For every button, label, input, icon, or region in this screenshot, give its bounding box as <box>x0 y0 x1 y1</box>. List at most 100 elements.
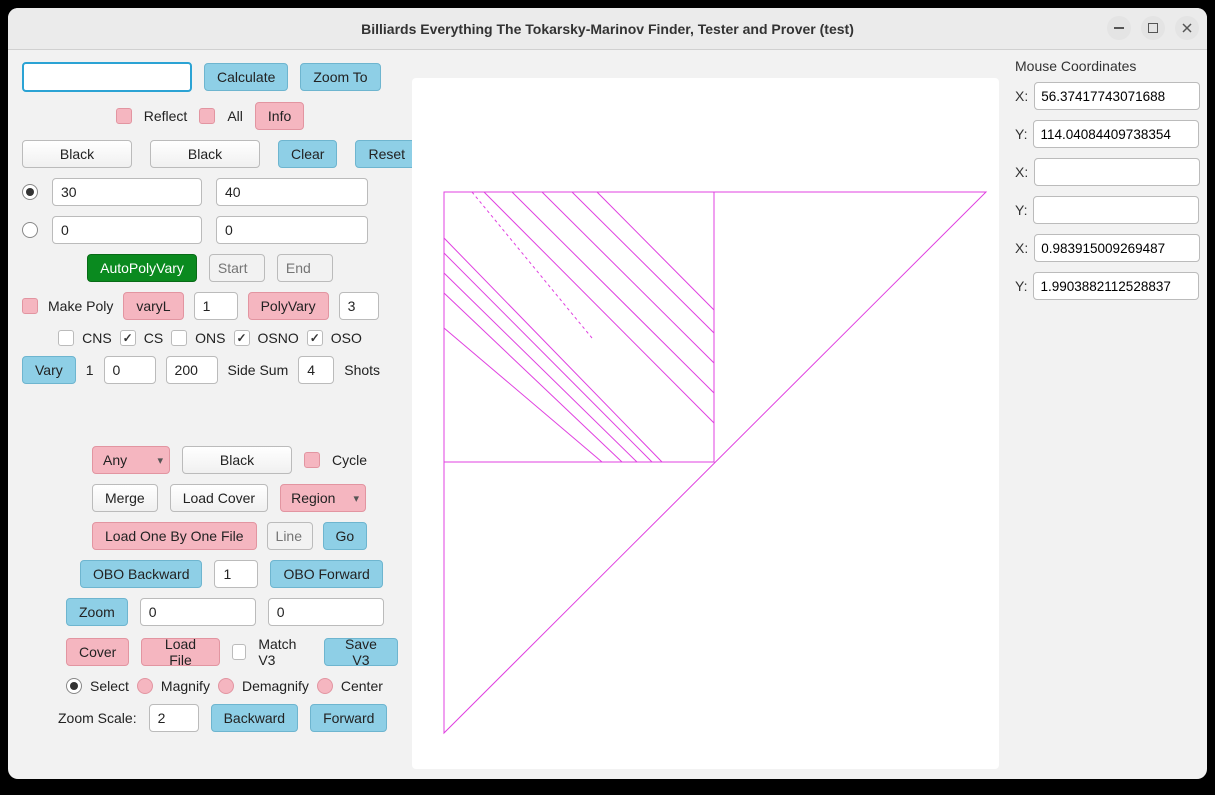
end-input[interactable] <box>277 254 333 282</box>
vary-val2-input[interactable] <box>166 356 218 384</box>
polyvary-button[interactable]: PolyVary <box>248 292 329 320</box>
save-v3-button[interactable]: Save V3 <box>324 638 398 666</box>
center-radio[interactable] <box>317 678 333 694</box>
varyl-input[interactable] <box>194 292 238 320</box>
reflect-checkbox[interactable] <box>116 108 132 124</box>
app-window: Billiards Everything The Tokarsky-Marino… <box>8 8 1207 779</box>
zoom-to-button[interactable]: Zoom To <box>300 63 380 91</box>
angle1a-input[interactable] <box>52 178 202 206</box>
forward-button[interactable]: Forward <box>310 704 387 732</box>
ons-label: ONS <box>195 330 225 346</box>
zoom-v2-input[interactable] <box>268 598 384 626</box>
shots-label: Shots <box>344 362 380 378</box>
side-val-input[interactable] <box>298 356 334 384</box>
osno-label: OSNO <box>258 330 299 346</box>
load-obo-file-button[interactable]: Load One By One File <box>92 522 257 550</box>
x3-input[interactable] <box>1034 234 1200 262</box>
reset-button[interactable]: Reset <box>355 140 418 168</box>
match-v3-label: Match V3 <box>258 636 312 668</box>
cycle-label: Cycle <box>332 452 367 468</box>
cover-button[interactable]: Cover <box>66 638 129 666</box>
y1-input[interactable] <box>1033 120 1199 148</box>
y2-label: Y: <box>1015 202 1027 218</box>
x3-label: X: <box>1015 240 1028 256</box>
zoom-scale-input[interactable] <box>149 704 199 732</box>
maximize-button[interactable] <box>1141 16 1165 40</box>
y2-input[interactable] <box>1033 196 1199 224</box>
backward-button[interactable]: Backward <box>211 704 298 732</box>
match-v3-checkbox[interactable] <box>232 644 247 660</box>
oso-label: OSO <box>331 330 362 346</box>
go-button[interactable]: Go <box>323 522 368 550</box>
reflect-label: Reflect <box>144 108 188 124</box>
coords-title: Mouse Coordinates <box>1015 58 1197 74</box>
load-cover-button[interactable]: Load Cover <box>170 484 268 512</box>
main-input[interactable] <box>22 62 192 92</box>
make-poly-checkbox[interactable] <box>22 298 38 314</box>
cns-label: CNS <box>82 330 112 346</box>
select-label: Select <box>90 678 129 694</box>
vary-button[interactable]: Vary <box>22 356 76 384</box>
polyvary-input[interactable] <box>339 292 379 320</box>
obo-val-input[interactable] <box>214 560 258 588</box>
x2-input[interactable] <box>1034 158 1200 186</box>
vary-num-label: 1 <box>86 362 94 378</box>
cs-checkbox[interactable] <box>120 330 136 346</box>
black3-button[interactable]: Black <box>182 446 292 474</box>
cycle-checkbox[interactable] <box>304 452 320 468</box>
x2-label: X: <box>1015 164 1028 180</box>
cns-checkbox[interactable] <box>58 330 74 346</box>
zoom-v1-input[interactable] <box>140 598 256 626</box>
zoom-scale-label: Zoom Scale: <box>58 710 137 726</box>
info-button[interactable]: Info <box>255 102 304 130</box>
obo-forward-button[interactable]: OBO Forward <box>270 560 382 588</box>
any-select[interactable]: Any <box>92 446 170 474</box>
center-label: Center <box>341 678 383 694</box>
y3-label: Y: <box>1015 278 1027 294</box>
oso-checkbox[interactable] <box>307 330 323 346</box>
load-file-button[interactable]: Load File <box>141 638 219 666</box>
calculate-button[interactable]: Calculate <box>204 63 288 91</box>
varyl-button[interactable]: varyL <box>123 292 183 320</box>
canvas-area[interactable] <box>412 78 999 769</box>
make-poly-label: Make Poly <box>48 298 113 314</box>
zoom-button[interactable]: Zoom <box>66 598 128 626</box>
minimize-button[interactable] <box>1107 16 1131 40</box>
x1-input[interactable] <box>1034 82 1200 110</box>
osno-checkbox[interactable] <box>234 330 250 346</box>
merge-button[interactable]: Merge <box>92 484 158 512</box>
start-input[interactable] <box>209 254 265 282</box>
magnify-radio[interactable] <box>137 678 153 694</box>
vary-val1-input[interactable] <box>104 356 156 384</box>
titlebar: Billiards Everything The Tokarsky-Marino… <box>8 8 1207 50</box>
select-radio[interactable] <box>66 678 82 694</box>
right-panel: Mouse Coordinates X: Y: X: Y: X: Y: <box>1005 50 1207 779</box>
line-input[interactable] <box>267 522 313 550</box>
magnify-label: Magnify <box>161 678 210 694</box>
angle2a-input[interactable] <box>52 216 202 244</box>
content: Calculate Zoom To Reflect All Info Black… <box>8 50 1207 779</box>
all-checkbox[interactable] <box>199 108 215 124</box>
obo-backward-button[interactable]: OBO Backward <box>80 560 202 588</box>
plot-svg <box>412 78 1002 768</box>
autopolyvary-button[interactable]: AutoPolyVary <box>87 254 197 282</box>
demagnify-radio[interactable] <box>218 678 234 694</box>
angle-radio-1[interactable] <box>22 184 38 200</box>
side-sum-label: Side Sum <box>228 362 289 378</box>
y3-input[interactable] <box>1033 272 1199 300</box>
ons-checkbox[interactable] <box>171 330 187 346</box>
close-button[interactable] <box>1175 16 1199 40</box>
window-controls <box>1107 16 1199 40</box>
cs-label: CS <box>144 330 163 346</box>
color1-button[interactable]: Black <box>22 140 132 168</box>
all-label: All <box>227 108 243 124</box>
angle-radio-2[interactable] <box>22 222 38 238</box>
clear-button[interactable]: Clear <box>278 140 337 168</box>
region-select[interactable]: Region <box>280 484 366 512</box>
window-title: Billiards Everything The Tokarsky-Marino… <box>361 21 854 37</box>
demagnify-label: Demagnify <box>242 678 309 694</box>
color2-button[interactable]: Black <box>150 140 260 168</box>
angle2b-input[interactable] <box>216 216 368 244</box>
left-panel: Calculate Zoom To Reflect All Info Black… <box>8 50 412 779</box>
angle1b-input[interactable] <box>216 178 368 206</box>
